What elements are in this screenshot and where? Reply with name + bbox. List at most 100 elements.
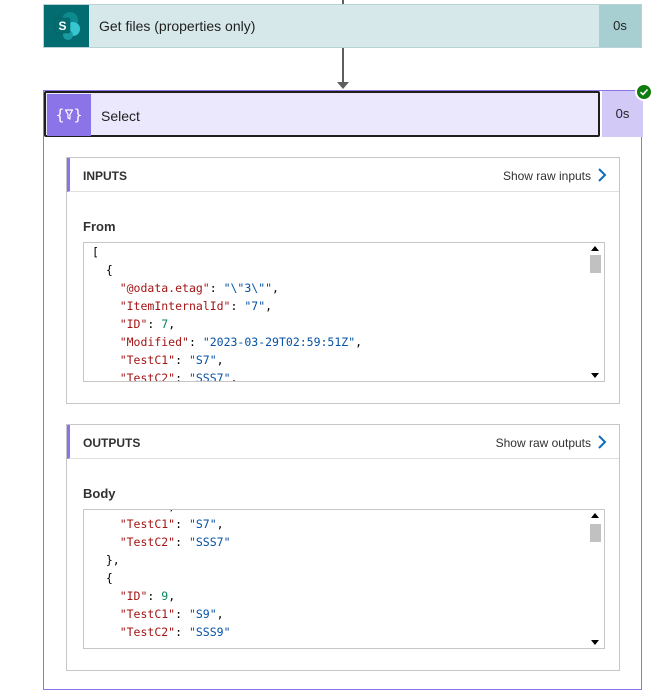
code-token: , (272, 281, 279, 295)
code-token: : (175, 607, 189, 621)
scroll-thumb[interactable] (590, 255, 601, 273)
code-token: : (188, 335, 203, 349)
code-line: [ (92, 243, 362, 261)
code-token: "\"3\"" (223, 281, 273, 295)
action-title: Select (101, 108, 140, 124)
action-title: Get files (properties only) (99, 18, 256, 34)
code-line: }, (92, 551, 231, 569)
code-token: , (216, 517, 224, 531)
code-line: "TestC1": "S7", (92, 351, 362, 369)
body-label: Body (83, 486, 116, 501)
code-token: , (168, 510, 175, 513)
code-token: , (216, 607, 224, 621)
code-line: "TestC2": "SSS9" (92, 623, 231, 641)
inputs-heading: INPUTS (83, 169, 128, 183)
scrollbar[interactable] (587, 510, 604, 648)
code-token: "ItemInternalId" (119, 299, 231, 313)
code-token: : (175, 625, 189, 639)
code-token: }, (92, 553, 120, 567)
scroll-down-icon[interactable] (591, 640, 599, 645)
show-raw-inputs-link[interactable]: Show raw inputs (503, 169, 591, 183)
action-duration: 0s (599, 5, 641, 47)
code-line: "TestC2": "SSS7", (92, 369, 362, 382)
code-line: "ID": 7, (92, 315, 362, 333)
svg-text:S: S (58, 19, 66, 33)
code-token: "ID" (119, 589, 148, 603)
connector-arrow-icon (337, 82, 349, 89)
code-line: "TestC1": "S7", (92, 515, 231, 533)
scroll-up-icon[interactable] (591, 513, 599, 518)
code-token: "S7" (188, 517, 217, 531)
code-line: "Modified": "2023-03-29T02:59:51Z", (92, 333, 362, 351)
code-line: "TestC1": "S9", (92, 605, 231, 623)
code-token: "TestC1" (119, 353, 176, 367)
code-token: "2023-03-29T02:59:51Z" (202, 335, 356, 349)
connector-line (342, 48, 344, 84)
scrollbar[interactable] (587, 243, 604, 381)
inputs-header: INPUTS Show raw inputs (67, 158, 619, 192)
svg-text:{ }: { } (55, 106, 82, 124)
code-token: "TestC2" (119, 535, 176, 549)
code-token: : (147, 589, 162, 603)
action-card-get-files[interactable]: S Get files (properties only) 0s (43, 4, 642, 48)
code-token: : (175, 517, 189, 531)
code-token: , (355, 335, 363, 349)
code-line: { (92, 569, 231, 587)
code-token: { (92, 263, 113, 277)
code-token: : (175, 371, 189, 382)
code-token: "TestC1" (119, 517, 176, 531)
code-token: "ID" (119, 317, 148, 331)
outputs-section: OUTPUTS Show raw outputs Body "ID": 7, "… (66, 424, 620, 671)
outputs-header: OUTPUTS Show raw outputs (67, 425, 619, 459)
chevron-right-icon[interactable] (597, 167, 607, 188)
scroll-down-icon[interactable] (591, 373, 599, 378)
success-check-icon (635, 83, 653, 101)
inputs-section: INPUTS Show raw inputs From [ { "@odata.… (66, 157, 620, 404)
code-token: "SSS9" (188, 625, 231, 639)
chevron-right-icon[interactable] (597, 434, 607, 455)
outputs-code: "ID": 7, "TestC1": "S7", "TestC2": "SSS7… (92, 510, 231, 641)
code-line: "@odata.etag": "\"3\"", (92, 279, 362, 297)
code-token: : (175, 353, 189, 367)
code-line: "TestC2": "SSS7" (92, 533, 231, 551)
from-code-viewer[interactable]: [ { "@odata.etag": "\"3\"", "ItemInterna… (83, 242, 605, 382)
code-token: : (147, 317, 162, 331)
code-token: , (168, 589, 176, 603)
code-token: "ID" (120, 510, 148, 513)
code-token: : (175, 535, 189, 549)
code-token: : (147, 510, 161, 513)
from-label: From (83, 219, 116, 234)
code-token: "SSS7" (188, 371, 231, 382)
action-header[interactable]: { } Select 0s (44, 83, 653, 137)
code-line: { (92, 261, 362, 279)
body-code-viewer[interactable]: "ID": 7, "TestC1": "S7", "TestC2": "SSS7… (83, 509, 605, 649)
action-header-main[interactable]: { } Select (44, 91, 600, 137)
code-token: { (92, 571, 113, 585)
code-token: "TestC2" (119, 371, 176, 382)
data-operation-icon: { } (47, 94, 91, 136)
code-token: [ (92, 245, 99, 259)
code-token: "TestC1" (119, 607, 176, 621)
scroll-up-icon[interactable] (591, 246, 599, 251)
sharepoint-icon: S (44, 5, 89, 47)
outputs-heading: OUTPUTS (83, 436, 141, 450)
code-token: "@odata.etag" (119, 281, 210, 295)
code-token: , (265, 299, 273, 313)
code-token: , (230, 371, 238, 382)
code-token: , (168, 317, 176, 331)
show-raw-outputs-link[interactable]: Show raw outputs (496, 436, 591, 450)
code-token: "S9" (188, 607, 217, 621)
code-token: : (209, 281, 224, 295)
scroll-thumb[interactable] (590, 524, 601, 542)
code-token: "S7" (188, 353, 217, 367)
